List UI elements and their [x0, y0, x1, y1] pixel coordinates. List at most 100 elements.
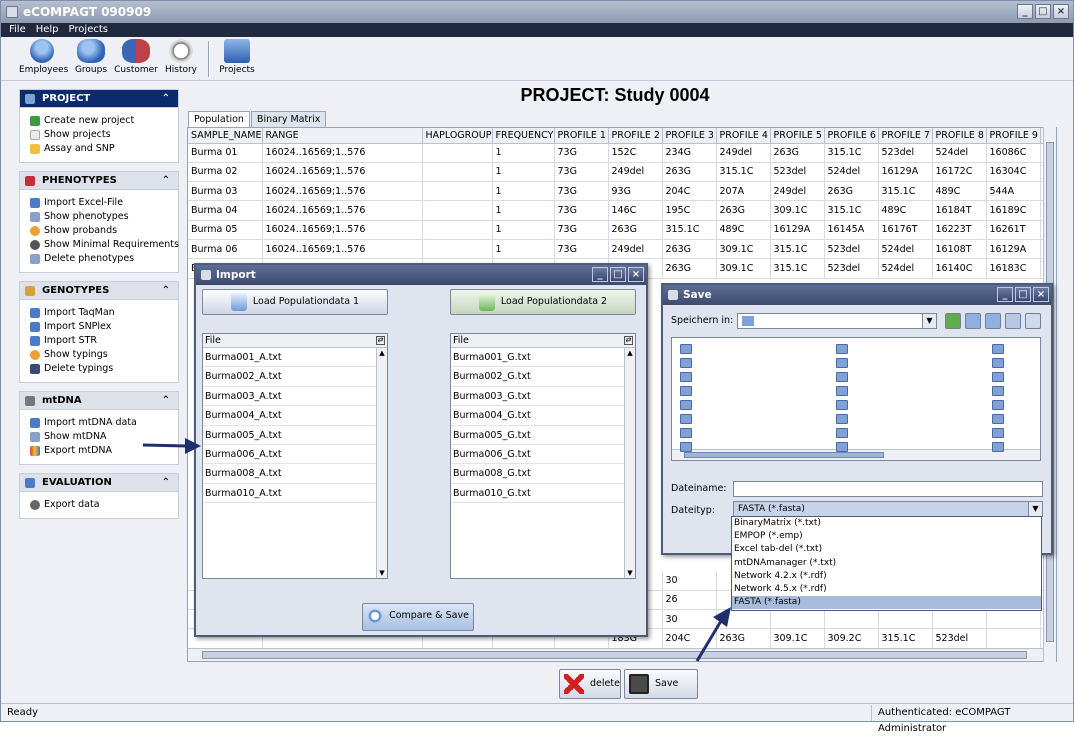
table-cell[interactable]: 1 — [492, 220, 555, 240]
file-browser[interactable] — [671, 337, 1041, 461]
file-entry[interactable] — [992, 384, 1008, 398]
column-header[interactable]: PROFILE 6 — [824, 128, 879, 144]
save-location-select[interactable]: ▼ — [737, 313, 937, 329]
table-cell[interactable]: 16304C — [986, 162, 1041, 183]
file-entry[interactable] — [680, 356, 696, 370]
table-cell[interactable]: 16024..16569;1..576 — [262, 200, 423, 221]
sidebar-item-import-taqman[interactable]: Import TaqMan — [30, 306, 178, 320]
horizontal-scrollbar[interactable] — [188, 648, 1043, 661]
table-cell[interactable]: 249del — [716, 143, 771, 163]
file-entry[interactable] — [836, 384, 852, 398]
column-header[interactable]: SAMPLE_NAME — [188, 128, 263, 144]
table-row[interactable]: Burma 01 16024..16569;1..576 1 73G 152C 234G 2… — [188, 143, 1056, 163]
history-button[interactable]: History — [161, 39, 201, 79]
table-cell[interactable]: 16189C — [986, 200, 1041, 221]
table-cell[interactable]: 16145A — [824, 220, 879, 240]
column-header[interactable]: PROFILE 3 — [662, 128, 717, 144]
tab-binary-matrix[interactable]: Binary Matrix — [250, 111, 327, 127]
sidebar-item-delete-typings[interactable]: Delete typings — [30, 362, 178, 376]
table-cell[interactable]: 207A — [716, 181, 771, 202]
chevron-up-icon[interactable]: ▲ — [377, 348, 387, 358]
file-entry[interactable] — [836, 412, 852, 426]
column-header[interactable]: PROFILE 8 — [932, 128, 987, 144]
table-cell[interactable]: 146C — [608, 200, 663, 221]
column-header[interactable]: PROFILE 9 — [986, 128, 1041, 144]
menu-file[interactable]: File — [9, 23, 26, 37]
table-cell[interactable]: 16108T — [932, 239, 987, 260]
table-cell[interactable]: 16024..16569;1..576 — [262, 181, 423, 202]
table-cell[interactable]: 73G — [554, 200, 609, 221]
evaluation-panel-header[interactable]: EVALUATION ⌃ — [20, 474, 178, 492]
table-cell[interactable]: 16129A — [878, 162, 933, 183]
file-entry[interactable] — [836, 426, 852, 440]
table-cell[interactable]: 263G — [662, 239, 717, 260]
table-cell[interactable]: 309.2C — [824, 628, 879, 649]
table-cell[interactable]: 249del — [770, 181, 825, 202]
table-cell[interactable]: 523del — [824, 239, 879, 260]
sidebar-item-import-str[interactable]: Import STR — [30, 334, 178, 348]
table-cell[interactable]: 93G — [608, 181, 663, 202]
table-cell[interactable]: 16261T — [986, 220, 1041, 240]
menu-projects[interactable]: Projects — [69, 23, 108, 37]
table-cell[interactable]: 315.1C — [770, 258, 825, 279]
minimize-button[interactable]: _ — [997, 287, 1013, 302]
compare-save-button[interactable]: Compare & Save — [362, 603, 474, 631]
table-row[interactable]: Burma 06 16024..16569;1..576 1 73G 249del 263… — [188, 239, 1056, 260]
file-entry[interactable] — [992, 370, 1008, 384]
table-cell[interactable]: 523del — [770, 162, 825, 183]
column-header[interactable]: FREQUENCY — [492, 128, 555, 144]
table-cell[interactable]: 1 — [492, 200, 555, 221]
table-cell[interactable]: Burma 04 — [188, 200, 263, 221]
table-cell[interactable]: 16172C — [932, 162, 987, 183]
table-cell[interactable]: 524del — [878, 239, 933, 260]
list-scrollbar[interactable]: ▲ ▼ — [624, 348, 635, 578]
column-header[interactable]: PROFILE 7 — [878, 128, 933, 144]
table-cell[interactable]: 489C — [878, 200, 933, 221]
table-cell[interactable]: 544A — [986, 181, 1041, 202]
table-row[interactable]: Burma 03 16024..16569;1..576 1 73G 93G 204C 20… — [188, 181, 1056, 202]
table-cell[interactable]: Burma 05 — [188, 220, 263, 240]
list-item[interactable]: Burma003_A.txt — [203, 387, 387, 407]
table-cell[interactable]: 523del — [824, 258, 879, 279]
table-cell[interactable]: 16176T — [878, 220, 933, 240]
table-cell[interactable]: 30 — [662, 571, 717, 591]
list-item[interactable]: Burma008_A.txt — [203, 464, 387, 484]
file-entry[interactable] — [680, 426, 696, 440]
table-row[interactable]: Burma 04 16024..16569;1..576 1 73G 146C 195C 2… — [188, 200, 1056, 221]
chevron-down-icon[interactable]: ▼ — [922, 314, 936, 328]
list-item[interactable]: Burma005_G.txt — [451, 426, 635, 445]
maximize-button[interactable]: □ — [1035, 4, 1051, 19]
table-row[interactable]: Burma 02 16024..16569;1..576 1 73G 249del 263… — [188, 162, 1056, 183]
close-button[interactable]: × — [1033, 287, 1049, 302]
column-header[interactable]: PROFILE 2 — [608, 128, 663, 144]
load-populationdata-1-button[interactable]: Load Populationdata 1 — [202, 289, 388, 315]
list-item[interactable]: Burma004_G.txt — [451, 406, 635, 426]
chevron-up-icon[interactable]: ▲ — [625, 348, 635, 358]
table-cell[interactable]: 263G — [824, 181, 879, 202]
table-cell[interactable] — [932, 609, 987, 630]
maximize-button[interactable]: □ — [610, 267, 626, 282]
sidebar-item-import-mtdna[interactable]: Import mtDNA data — [30, 416, 178, 430]
close-button[interactable]: × — [628, 267, 644, 282]
table-row[interactable]: Burma 05 16024..16569;1..576 1 73G 263G 315.1… — [188, 220, 1056, 240]
table-cell[interactable] — [824, 609, 879, 630]
file-entry[interactable] — [836, 398, 852, 412]
table-cell[interactable]: 309.1C — [770, 200, 825, 221]
list-item[interactable]: Burma010_A.txt — [203, 484, 387, 504]
minimize-button[interactable]: _ — [1017, 4, 1033, 19]
table-cell[interactable]: 16140C — [932, 258, 987, 279]
table-cell[interactable]: 489C — [932, 181, 987, 202]
table-cell[interactable]: 263G — [608, 220, 663, 240]
sidebar-item-min-requirements[interactable]: Show Minimal Requirements — [30, 238, 179, 252]
file-browser-hscroll[interactable] — [672, 449, 1040, 460]
list-item[interactable]: Burma003_G.txt — [451, 387, 635, 407]
file-entry[interactable] — [680, 370, 696, 384]
table-cell[interactable] — [422, 220, 493, 240]
file-entry[interactable] — [680, 412, 696, 426]
sidebar-item-export-data[interactable]: Export data — [30, 498, 178, 512]
table-cell[interactable]: 249del — [608, 162, 663, 183]
file-entry[interactable] — [992, 342, 1008, 356]
table-cell[interactable] — [422, 143, 493, 163]
new-folder-icon[interactable] — [985, 313, 1001, 329]
file-entry[interactable] — [680, 342, 696, 356]
